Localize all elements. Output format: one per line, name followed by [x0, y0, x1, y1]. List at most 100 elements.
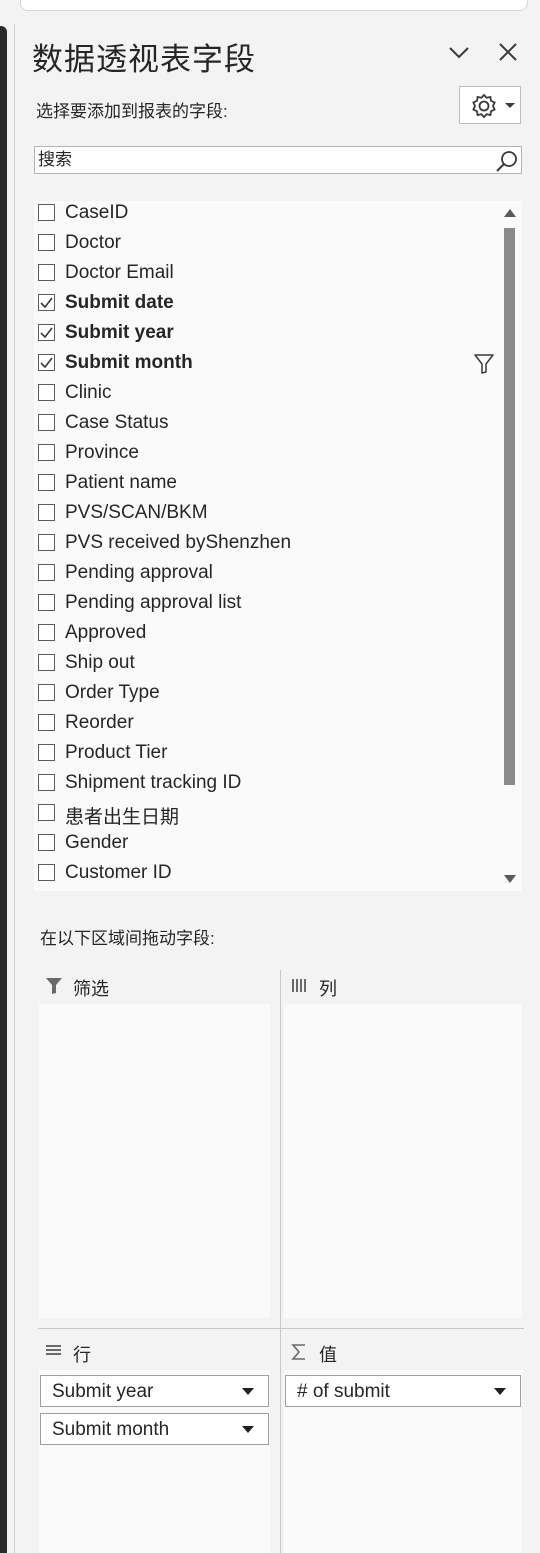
search-input[interactable] [38, 149, 488, 171]
field-label: Approved [65, 622, 147, 643]
field-checkbox[interactable] [38, 234, 55, 251]
field-checkbox[interactable] [38, 264, 55, 281]
sigma-icon [291, 1344, 305, 1360]
field-label: Submit date [65, 292, 174, 313]
field-checkbox[interactable] [38, 864, 55, 881]
field-label: 患者出生日期 [65, 807, 180, 828]
values-field-pill[interactable]: # of submit [285, 1375, 521, 1407]
field-label: PVS/SCAN/BKM [65, 502, 208, 523]
dropdown-arrow-icon [505, 103, 515, 108]
dropdown-arrow-icon[interactable] [242, 1388, 254, 1396]
field-label: Submit year [65, 322, 174, 343]
field-item[interactable]: 患者出生日期 [34, 801, 504, 831]
close-button[interactable] [494, 38, 522, 66]
field-checkbox[interactable] [38, 324, 55, 341]
scroll-up-arrow-icon[interactable] [504, 208, 516, 218]
field-label: Doctor Email [65, 262, 174, 283]
field-checkbox[interactable] [38, 204, 55, 221]
field-item[interactable]: Patient name [34, 471, 504, 501]
field-list-settings-button[interactable] [459, 86, 521, 124]
field-item[interactable]: Gender [34, 831, 504, 861]
field-checkbox[interactable] [38, 774, 55, 791]
field-label: Product Tier [65, 742, 168, 763]
field-item[interactable]: Ship out [34, 651, 504, 681]
gear-icon [472, 93, 515, 119]
field-item[interactable]: PVS received byShenzhen [34, 531, 504, 561]
field-item[interactable]: Submit month [34, 351, 504, 381]
field-checkbox[interactable] [38, 474, 55, 491]
field-item[interactable]: Approved [34, 621, 504, 651]
filters-drop-zone[interactable] [39, 1004, 270, 1318]
rows-drop-zone[interactable]: Submit year Submit month [39, 1370, 270, 1553]
field-label: PVS received byShenzhen [65, 532, 292, 553]
field-checkbox[interactable] [38, 804, 55, 821]
field-item[interactable]: Clinic [34, 381, 504, 411]
collapse-button[interactable] [445, 38, 473, 66]
rows-field-pill[interactable]: Submit month [40, 1413, 269, 1445]
search-icon[interactable] [495, 149, 519, 173]
filters-area-label: 筛选 [73, 979, 109, 999]
workbook-area-edge [20, 0, 528, 11]
field-item[interactable]: Pending approval [34, 561, 504, 591]
pill-label: # of submit [297, 1381, 390, 1402]
field-checkbox[interactable] [38, 684, 55, 701]
field-checkbox[interactable] [38, 744, 55, 761]
field-search-box[interactable] [34, 146, 522, 174]
field-item[interactable]: CaseID [34, 201, 504, 231]
field-item[interactable]: Product Tier [34, 741, 504, 771]
scroll-thumb[interactable] [504, 228, 515, 785]
checkmark-icon [40, 357, 53, 369]
field-item[interactable]: Case Status [34, 411, 504, 441]
field-checkbox[interactable] [38, 444, 55, 461]
field-label: Submit month [65, 352, 193, 373]
close-icon [499, 43, 517, 61]
field-label: Pending approval [65, 562, 213, 583]
columns-drop-zone[interactable] [284, 1004, 522, 1318]
area-horizontal-divider [38, 1328, 524, 1329]
field-item[interactable]: Submit year [34, 321, 504, 351]
field-item[interactable]: Order Type [34, 681, 504, 711]
field-checkbox[interactable] [38, 594, 55, 611]
field-list-scrollbar[interactable] [499, 201, 521, 891]
field-item[interactable]: Customer ID [34, 861, 504, 891]
field-checkbox[interactable] [38, 564, 55, 581]
field-checkbox[interactable] [38, 384, 55, 401]
pill-label: Submit month [52, 1419, 170, 1440]
field-checkbox[interactable] [38, 504, 55, 521]
field-item[interactable]: Doctor Email [34, 261, 504, 291]
pill-label: Submit year [52, 1381, 154, 1402]
field-checkbox[interactable] [38, 534, 55, 551]
field-label: Clinic [65, 382, 112, 403]
window-left-edge [0, 26, 7, 1553]
field-checkbox[interactable] [38, 654, 55, 671]
field-item[interactable]: Reorder [34, 711, 504, 741]
dropdown-arrow-icon[interactable] [494, 1388, 506, 1396]
field-label: CaseID [65, 202, 129, 223]
field-item[interactable]: Shipment tracking ID [34, 771, 504, 801]
field-item[interactable]: Province [34, 441, 504, 471]
choose-fields-label: 选择要添加到报表的字段: [36, 102, 228, 121]
field-item[interactable]: Pending approval list [34, 591, 504, 621]
field-item[interactable]: Doctor [34, 231, 504, 261]
field-label: Shipment tracking ID [65, 772, 242, 793]
field-label: Case Status [65, 412, 169, 433]
field-item[interactable]: Submit date [34, 291, 504, 321]
field-checkbox[interactable] [38, 294, 55, 311]
columns-area-label: 列 [319, 979, 337, 999]
field-label: Ship out [65, 652, 135, 673]
values-drop-zone[interactable]: # of submit [284, 1370, 522, 1553]
field-list[interactable]: CaseID Doctor Doctor Email Submit date Submi… [34, 201, 522, 891]
field-checkbox[interactable] [38, 414, 55, 431]
columns-icon [292, 979, 306, 992]
field-label: Customer ID [65, 862, 172, 883]
rows-field-pill[interactable]: Submit year [40, 1375, 269, 1407]
scroll-down-arrow-icon[interactable] [504, 874, 516, 884]
dropdown-arrow-icon[interactable] [242, 1426, 254, 1434]
pane-resize-border[interactable] [14, 24, 15, 1553]
field-checkbox[interactable] [38, 834, 55, 851]
field-item[interactable]: PVS/SCAN/BKM [34, 501, 504, 531]
field-checkbox[interactable] [38, 624, 55, 641]
field-checkbox[interactable] [38, 714, 55, 731]
pane-title: 数据透视表字段 [32, 42, 256, 77]
field-checkbox[interactable] [38, 354, 55, 371]
